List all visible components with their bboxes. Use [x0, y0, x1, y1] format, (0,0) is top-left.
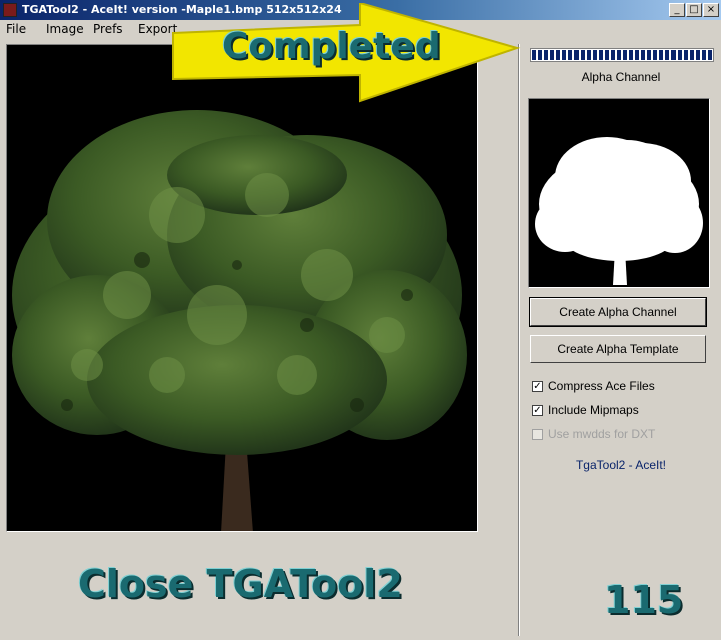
progress-segment	[616, 50, 621, 60]
progress-segment	[707, 50, 712, 60]
checkbox-checked-icon[interactable]: ✓	[532, 380, 543, 392]
progress-segment	[622, 50, 627, 60]
checkbox-checked-icon[interactable]: ✓	[532, 404, 543, 416]
progress-segment	[574, 50, 579, 60]
compress-ace-files-option[interactable]: ✓ Compress Ace Files	[532, 378, 655, 394]
include-mipmaps-label: Include Mipmaps	[548, 403, 639, 417]
progress-segment	[598, 50, 603, 60]
progress-segment	[586, 50, 591, 60]
progress-segment	[689, 50, 694, 60]
progress-segment	[647, 50, 652, 60]
progress-segment	[562, 50, 567, 60]
progress-segment	[659, 50, 664, 60]
progress-segment	[580, 50, 585, 60]
progress-segment	[677, 50, 682, 60]
progress-segment	[665, 50, 670, 60]
app-credit-label: TgaTool2 - AceIt!	[575, 458, 667, 472]
alpha-channel-label: Alpha Channel	[581, 70, 661, 84]
progress-segment	[635, 50, 640, 60]
create-alpha-template-button[interactable]: Create Alpha Template	[530, 335, 706, 363]
include-mipmaps-option[interactable]: ✓ Include Mipmaps	[532, 402, 639, 418]
progress-segment	[532, 50, 537, 60]
progress-segment	[550, 50, 555, 60]
step-number: 115	[604, 578, 684, 622]
progress-segment	[592, 50, 597, 60]
alpha-preview	[528, 98, 710, 288]
create-alpha-channel-button[interactable]: Create Alpha Channel	[529, 297, 707, 327]
maximize-button[interactable]: □	[686, 3, 702, 17]
progress-segment	[683, 50, 688, 60]
menu-file[interactable]: File	[6, 22, 26, 36]
menu-prefs[interactable]: Prefs	[93, 22, 123, 36]
menu-image[interactable]: Image	[46, 22, 84, 36]
progress-bar	[530, 48, 714, 62]
progress-segment	[695, 50, 700, 60]
progress-segment	[556, 50, 561, 60]
compress-ace-files-label: Compress Ace Files	[548, 379, 655, 393]
alpha-tree-silhouette	[535, 137, 703, 285]
progress-segment	[701, 50, 706, 60]
tree-image	[12, 110, 467, 531]
panel-divider	[518, 44, 520, 636]
progress-segment	[568, 50, 573, 60]
progress-segment	[538, 50, 543, 60]
close-caption: Close TGATool2	[78, 562, 403, 606]
app-icon[interactable]	[3, 3, 17, 17]
close-button[interactable]: ×	[703, 3, 719, 17]
minimize-button[interactable]: _	[669, 3, 685, 17]
progress-segment	[604, 50, 609, 60]
progress-segment	[671, 50, 676, 60]
progress-segment	[544, 50, 549, 60]
progress-segment	[653, 50, 658, 60]
use-mwdds-label: Use mwdds for DXT	[548, 427, 656, 441]
checkbox-unchecked-icon	[532, 428, 543, 440]
progress-segment	[641, 50, 646, 60]
completed-callout: Completed	[222, 26, 441, 67]
image-canvas[interactable]	[6, 44, 478, 532]
progress-segment	[610, 50, 615, 60]
progress-segment	[629, 50, 634, 60]
use-mwdds-option: Use mwdds for DXT	[532, 426, 655, 442]
